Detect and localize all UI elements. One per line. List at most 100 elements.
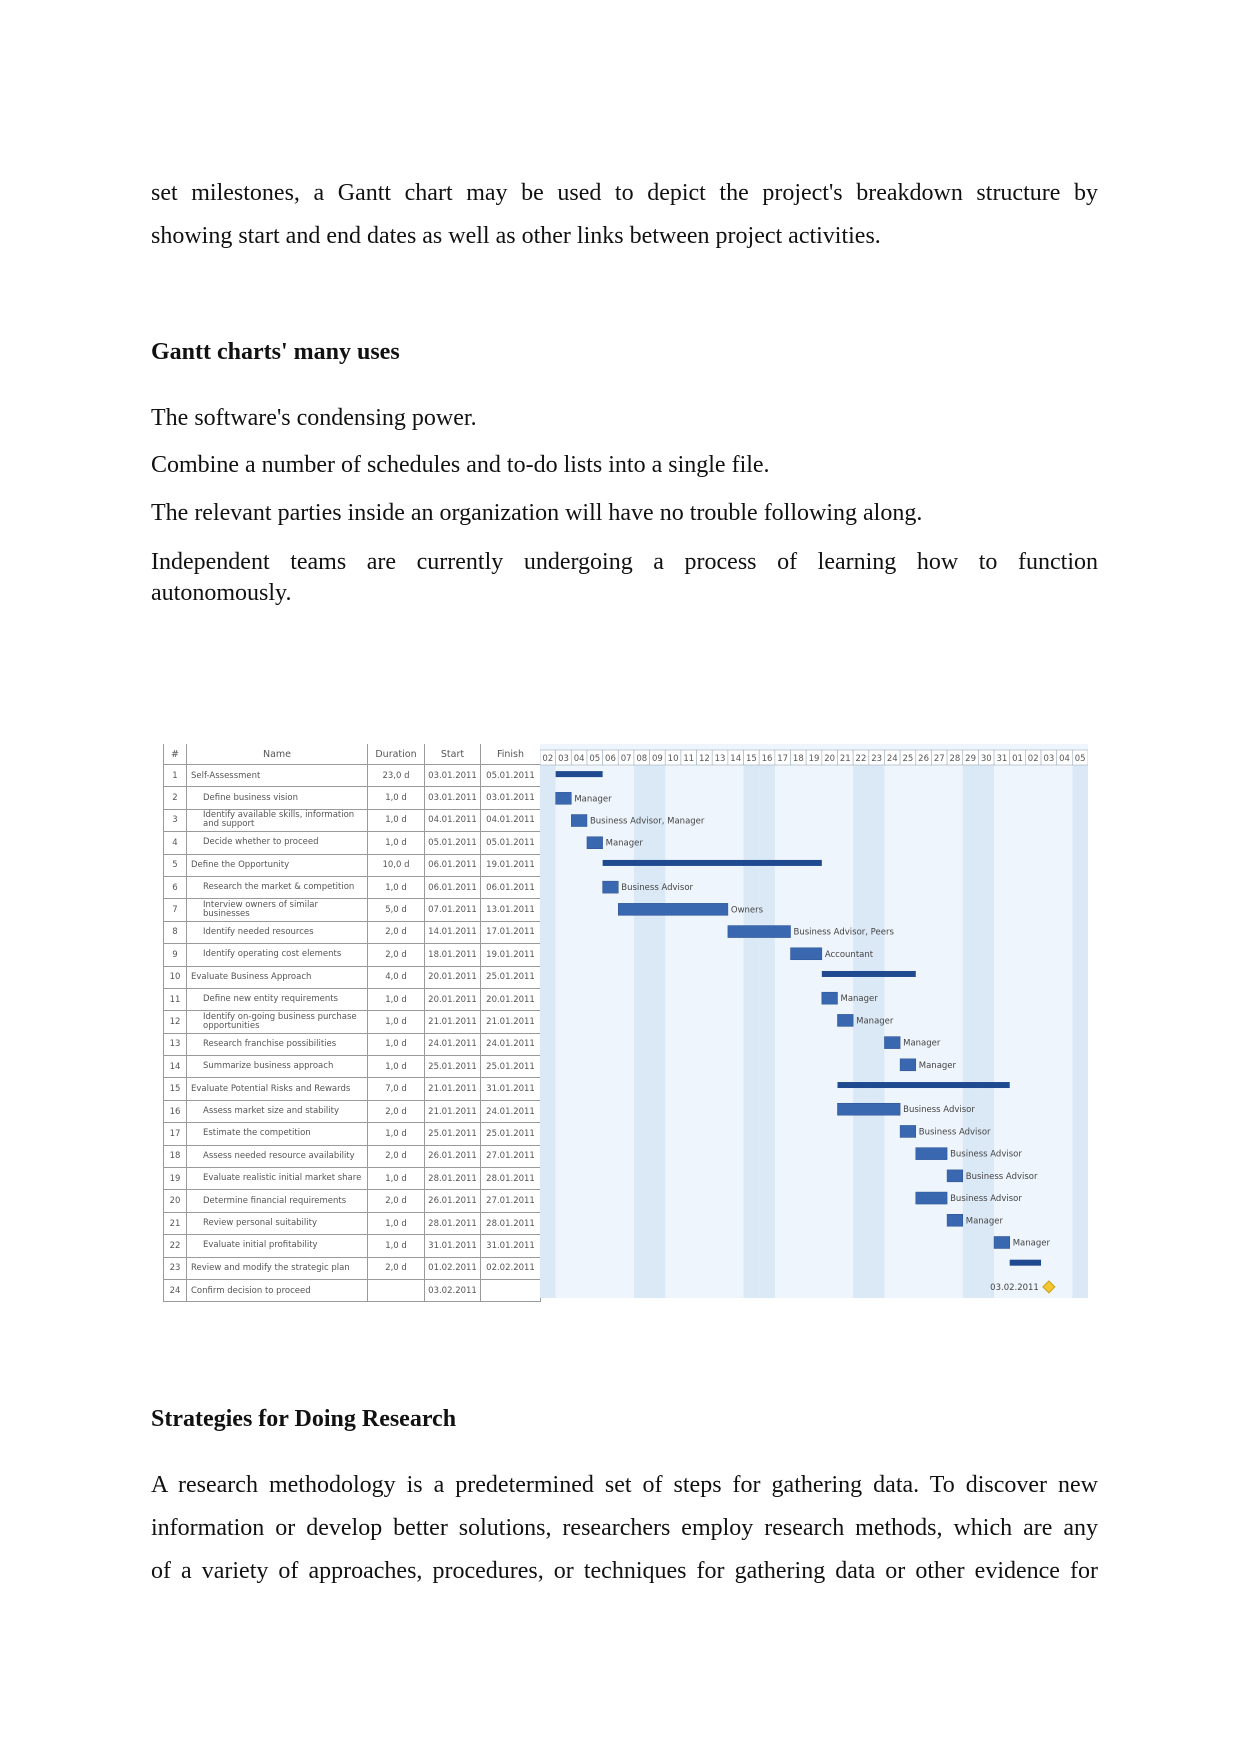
task-num: 2 bbox=[163, 786, 187, 810]
day-label: 27 bbox=[934, 754, 945, 764]
day-label: 12 bbox=[699, 754, 710, 764]
task-start: 06.01.2011 bbox=[424, 853, 481, 877]
task-name: Interview owners of similar businesses bbox=[186, 898, 368, 922]
gantt-chart-image: # Name Duration Start Finish 1 Self-Asses… bbox=[163, 744, 1088, 1306]
task-finish: 24.01.2011 bbox=[480, 1032, 541, 1057]
task-bar bbox=[837, 1102, 901, 1116]
task-num: 5 bbox=[163, 853, 187, 877]
gantt-task-row: 17 Estimate the competition 1,0 d 25.01.201… bbox=[163, 1122, 541, 1146]
task-finish: 25.01.2011 bbox=[480, 965, 541, 989]
task-finish: 28.01.2011 bbox=[480, 1167, 541, 1191]
gantt-task-row: 22 Evaluate initial profitability 1,0 d 31.… bbox=[163, 1234, 541, 1258]
task-finish: 04.01.2011 bbox=[480, 808, 541, 833]
task-bar bbox=[946, 1214, 963, 1227]
day-label: 26 bbox=[918, 754, 929, 764]
task-num: 9 bbox=[163, 943, 187, 967]
task-bar bbox=[555, 792, 572, 805]
day-label: 19 bbox=[809, 754, 820, 764]
gantt-task-row: 19 Evaluate realistic initial market shar… bbox=[163, 1167, 541, 1191]
resource-label: Manager bbox=[919, 1061, 957, 1071]
task-name: Define the Opportunity bbox=[186, 853, 368, 877]
task-name: Evaluate initial profitability bbox=[186, 1234, 368, 1258]
task-duration: 1,0 d bbox=[367, 875, 425, 900]
task-name: Summarize business approach bbox=[186, 1055, 368, 1079]
task-start: 26.01.2011 bbox=[424, 1189, 481, 1213]
day-label: 14 bbox=[730, 754, 741, 764]
task-start: 21.01.2011 bbox=[424, 1077, 481, 1101]
task-start: 07.01.2011 bbox=[424, 898, 481, 922]
resource-label: Owners bbox=[731, 905, 764, 915]
task-bar bbox=[837, 1014, 854, 1027]
day-label: 25 bbox=[903, 754, 914, 764]
day-label: 31 bbox=[996, 754, 1007, 764]
resource-label: Business Advisor bbox=[621, 883, 693, 893]
gantt-task-row: 7 Interview owners of similar businesses 5… bbox=[163, 898, 541, 922]
task-duration: 4,0 d bbox=[367, 965, 425, 989]
task-num: 7 bbox=[163, 898, 187, 922]
task-name: Identify on-going business purchase oppo… bbox=[186, 1010, 368, 1034]
gantt-task-row: 16 Assess market size and stability 2,0 d2… bbox=[163, 1099, 541, 1124]
task-start: 14.01.2011 bbox=[424, 920, 481, 945]
task-name: Determine financial requirements bbox=[186, 1189, 368, 1213]
col-header-duration: Duration bbox=[367, 744, 425, 765]
weekend-shade bbox=[649, 765, 666, 1298]
day-label: 02 bbox=[1028, 754, 1039, 764]
task-num: 20 bbox=[163, 1189, 187, 1213]
weekend-shade bbox=[743, 765, 760, 1298]
gantt-task-row: 14 Summarize business approach 1,0 d 25.01.… bbox=[163, 1055, 541, 1079]
task-num: 22 bbox=[163, 1234, 187, 1258]
task-duration: 1,0 d bbox=[367, 987, 425, 1012]
col-header-name: Name bbox=[186, 744, 368, 765]
task-duration: 1,0 d bbox=[367, 1122, 425, 1146]
task-name: Assess needed resource availability bbox=[186, 1144, 368, 1169]
summary-bar bbox=[1009, 1259, 1042, 1266]
task-duration: 1,0 d bbox=[367, 831, 425, 855]
day-label: 02 bbox=[542, 754, 553, 764]
task-duration: 1,0 d bbox=[367, 1167, 425, 1191]
task-duration bbox=[367, 1278, 425, 1303]
day-label: 20 bbox=[824, 754, 835, 764]
gantt-task-row: 13 Research franchise possibilities 1,0 d2… bbox=[163, 1032, 541, 1057]
day-label: 09 bbox=[652, 754, 663, 764]
resource-label: Manager bbox=[903, 1039, 941, 1049]
day-label: 06 bbox=[605, 754, 616, 764]
task-bar bbox=[915, 1191, 948, 1205]
task-num: 6 bbox=[163, 875, 187, 900]
task-name: Identify available skills, information a… bbox=[186, 808, 368, 833]
day-label: 15 bbox=[746, 754, 757, 764]
task-start: 06.01.2011 bbox=[424, 875, 481, 900]
weekend-shade bbox=[759, 765, 775, 1298]
task-duration: 1,0 d bbox=[367, 1055, 425, 1079]
task-num: 15 bbox=[163, 1077, 187, 1101]
gantt-task-row: 20 Determine financial requirements 2,0 d2… bbox=[163, 1189, 541, 1213]
task-name: Confirm decision to proceed bbox=[186, 1278, 368, 1303]
col-header-num: # bbox=[163, 744, 187, 765]
resource-label: Business Advisor, Peers bbox=[794, 928, 895, 938]
gantt-task-row: 24 Confirm decision to proceed 03.02.2011 bbox=[163, 1278, 541, 1303]
day-label: 28 bbox=[950, 754, 961, 764]
gantt-timeline: 02 03 04 05 06 07 08 09 10 11 12 13 14 15 16 17 18 19 20 21… bbox=[540, 744, 1088, 1298]
gantt-task-row: 1 Self-Assessment 23,0 d 03.01.2011 05.01.20… bbox=[163, 763, 541, 788]
list-item: Combine a number of schedules and to-do … bbox=[151, 452, 770, 478]
paragraph-line: A research methodology is a predetermine… bbox=[151, 1472, 1098, 1498]
task-finish: 05.01.2011 bbox=[480, 763, 541, 788]
task-num: 19 bbox=[163, 1167, 187, 1191]
task-num: 1 bbox=[163, 763, 187, 788]
task-name: Estimate the competition bbox=[186, 1122, 368, 1146]
section-heading: Strategies for Doing Research bbox=[151, 1406, 457, 1432]
task-name: Define business vision bbox=[186, 786, 368, 810]
task-name: Define new entity requirements bbox=[186, 987, 368, 1012]
day-label: 17 bbox=[777, 754, 788, 764]
task-num: 13 bbox=[163, 1032, 187, 1057]
gantt-task-row: 15 Evaluate Potential Risks and Rewards 7,… bbox=[163, 1077, 541, 1101]
task-start: 04.01.2011 bbox=[424, 808, 481, 833]
task-bar bbox=[602, 880, 619, 894]
resource-label: Business Advisor bbox=[966, 1172, 1038, 1182]
task-finish: 17.01.2011 bbox=[480, 920, 541, 945]
day-label: 03 bbox=[1043, 754, 1054, 764]
task-finish bbox=[480, 1278, 541, 1303]
paragraph-line: set milestones, a Gantt chart may be use… bbox=[151, 180, 1098, 206]
summary-bar bbox=[602, 859, 822, 866]
task-duration: 1,0 d bbox=[367, 1234, 425, 1258]
gantt-task-row: 23 Review and modify the strategic plan 2,… bbox=[163, 1256, 541, 1280]
